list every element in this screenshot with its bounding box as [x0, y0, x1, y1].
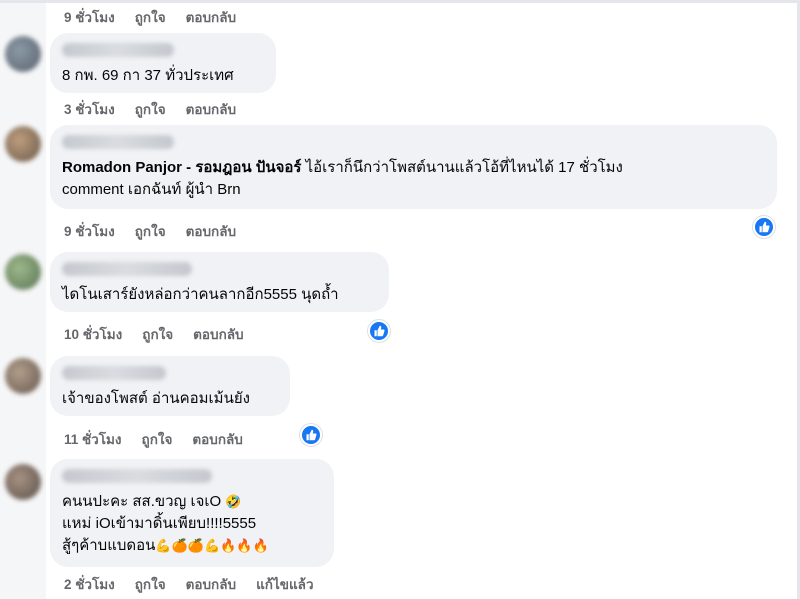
comment-text: ไดโนเสาร์ยังหล่อกว่าคนลากอีก5555 นุดถ้ำ: [62, 286, 339, 303]
comment-text-line1: ไอ้เราก็นึกว่าโพสต์นานแล้วโอ้ที่ไหนได้ 1…: [301, 159, 623, 176]
edited-label[interactable]: แก้ไขแล้ว: [256, 573, 313, 595]
flexed-biceps-emoji: 💪: [203, 538, 221, 553]
thumbs-up-icon[interactable]: [368, 320, 390, 342]
left-gutter: [0, 0, 46, 599]
comment-text-line2: แหม่ iOเข้ามาดิ้นเพียบ!!!!5555: [62, 515, 257, 532]
blurred-author-name[interactable]: [62, 43, 174, 57]
comment-timestamp[interactable]: 10 ชั่วโมง: [64, 323, 122, 345]
blurred-author-name[interactable]: [62, 469, 212, 483]
comment-meta: 9 ชั่วโมง ถูกใจ ตอบกลับ: [64, 6, 236, 28]
tangerine-emoji: 🍊: [187, 538, 204, 553]
like-link[interactable]: ถูกใจ: [135, 98, 166, 120]
avatar[interactable]: [5, 36, 41, 72]
like-link[interactable]: ถูกใจ: [135, 220, 166, 242]
comment-meta: 11 ชั่วโมง ถูกใจ ตอบกลับ: [64, 428, 243, 450]
comment-text: Romadon Panjor - รอมฎอน ปันจอร์ ไอ้เราก็…: [62, 157, 765, 179]
like-link[interactable]: ถูกใจ: [135, 573, 166, 595]
comment-bubble: เจ้าของโพสต์ อ่านคอมเม้นยัง: [50, 356, 290, 416]
comment-timestamp[interactable]: 9 ชั่วโมง: [64, 220, 115, 242]
fire-emoji: 🔥: [236, 538, 253, 553]
reply-link[interactable]: ตอบกลับ: [186, 6, 236, 28]
fire-emoji: 🔥: [252, 538, 269, 553]
like-link[interactable]: ถูกใจ: [142, 428, 173, 450]
comment-timestamp[interactable]: 2 ชั่วโมง: [64, 573, 115, 595]
comment-text-line1: คนนปะคะ สส.ขวญ เจเO 🤣: [62, 491, 322, 513]
comment-meta: 9 ชั่วโมง ถูกใจ ตอบกลับ: [64, 220, 236, 242]
comment-text: เจ้าของโพสต์ อ่านคอมเม้นยัง: [62, 390, 250, 407]
avatar[interactable]: [5, 126, 41, 162]
reply-link[interactable]: ตอบกลับ: [193, 323, 243, 345]
comment-text-line2: comment เอกฉันท์ ผู้นำ Brn: [62, 181, 241, 198]
blurred-author-name[interactable]: [62, 366, 166, 380]
flexed-biceps-emoji: 💪: [155, 538, 172, 553]
comment-meta: 2 ชั่วโมง ถูกใจ ตอบกลับ แก้ไขแล้ว: [64, 573, 314, 595]
comment-text: 8 กพ. 69 กา 37 ทั่วประเทศ: [62, 67, 234, 84]
comment-timestamp[interactable]: 9 ชั่วโมง: [64, 6, 115, 28]
comment-timestamp[interactable]: 3 ชั่วโมง: [64, 98, 115, 120]
blurred-author-name[interactable]: [62, 262, 192, 276]
comment-timestamp[interactable]: 11 ชั่วโมง: [64, 428, 122, 450]
avatar[interactable]: [5, 358, 41, 394]
comment-meta: 3 ชั่วโมง ถูกใจ ตอบกลับ: [64, 98, 236, 120]
avatar[interactable]: [5, 464, 41, 500]
comment-bubble: คนนปะคะ สส.ขวญ เจเO 🤣 แหม่ iOเข้ามาดิ้นเ…: [50, 459, 334, 567]
rolling-laughing-emoji: 🤣: [225, 494, 242, 509]
top-divider: [0, 0, 800, 3]
thumbs-up-icon[interactable]: [753, 216, 775, 238]
like-link[interactable]: ถูกใจ: [142, 323, 173, 345]
tangerine-emoji: 🍊: [171, 538, 188, 553]
reply-link[interactable]: ตอบกลับ: [192, 428, 242, 450]
avatar[interactable]: [5, 254, 41, 290]
reply-link[interactable]: ตอบกลับ: [186, 573, 236, 595]
comment-bubble: 8 กพ. 69 กา 37 ทั่วประเทศ: [50, 33, 276, 93]
comment-bubble: Romadon Panjor - รอมฎอน ปันจอร์ ไอ้เราก็…: [50, 125, 777, 209]
blurred-author-name[interactable]: [62, 135, 174, 149]
mention-link[interactable]: Romadon Panjor - รอมฎอน ปันจอร์: [62, 159, 301, 176]
thumbs-up-icon[interactable]: [300, 424, 322, 446]
like-link[interactable]: ถูกใจ: [135, 6, 166, 28]
comment-text: สู้ๆค้าบแบดอน: [62, 537, 156, 554]
fire-emoji: 🔥: [220, 538, 237, 553]
comment-text-line3: สู้ๆค้าบแบดอน💪🍊🍊💪🔥🔥🔥: [62, 535, 322, 557]
comment-bubble: ไดโนเสาร์ยังหล่อกว่าคนลากอีก5555 นุดถ้ำ: [50, 252, 389, 312]
comment-thread: 9 ชั่วโมง ถูกใจ ตอบกลับ 8 กพ. 69 กา 37 ท…: [0, 0, 800, 599]
comment-text: คนนปะคะ สส.ขวญ เจเO: [62, 493, 222, 510]
comment-meta: 10 ชั่วโมง ถูกใจ ตอบกลับ: [64, 323, 244, 345]
reply-link[interactable]: ตอบกลับ: [186, 220, 236, 242]
reply-link[interactable]: ตอบกลับ: [186, 98, 236, 120]
